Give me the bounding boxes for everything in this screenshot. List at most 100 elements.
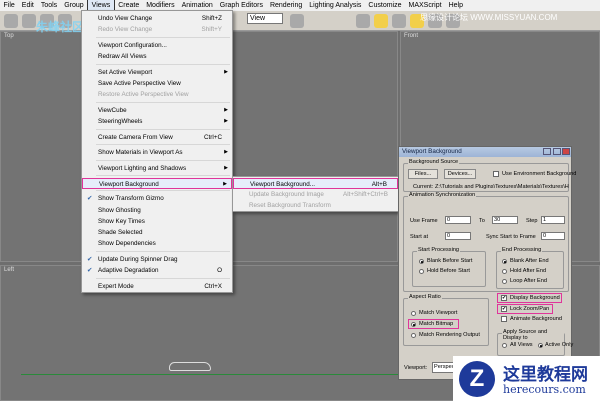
display-background-checkbox[interactable]: ✔ — [501, 295, 507, 301]
menu-file[interactable]: File — [0, 0, 18, 11]
menu-item-save-active-perspective-view[interactable]: Save Active Perspective View — [82, 78, 232, 89]
match-viewport-radio[interactable] — [411, 311, 416, 316]
viewport-label[interactable]: Front — [404, 33, 418, 39]
menu-item-set-active-viewport[interactable]: Set Active Viewport ▶ — [82, 67, 232, 78]
label: Sync Start to Frame — [486, 234, 536, 240]
menu-item-create-camera-from-view[interactable]: Create Camera From View Ctrl+C — [82, 132, 232, 143]
menu-rendering[interactable]: Rendering — [266, 0, 305, 11]
angle-snap-icon[interactable] — [392, 13, 406, 28]
menu-item-redo-view-change[interactable]: Redo View Change Shift+Y — [82, 24, 232, 35]
menu-item-label: Shade Selected — [98, 229, 143, 236]
menu-edit[interactable]: Edit — [18, 0, 37, 11]
help-icon[interactable] — [543, 148, 551, 155]
match-rendering-output-radio[interactable] — [411, 333, 416, 338]
files-button[interactable]: Files... — [408, 169, 438, 179]
menu-item-show-key-times[interactable]: Show Key Times — [82, 216, 232, 227]
hold-before-start-radio[interactable] — [419, 269, 424, 274]
checkmark-icon: ✔ — [87, 256, 93, 263]
menu-item-shade-selected[interactable]: Shade Selected — [82, 227, 232, 238]
menu-item-expert-mode[interactable]: Expert Mode Ctrl+X — [82, 281, 232, 292]
car-wireframe — [169, 362, 211, 371]
devices-button[interactable]: Devices... — [444, 169, 476, 179]
menu-lighting-analysis[interactable]: Lighting Analysis — [306, 0, 365, 11]
menu-item-restore-active-perspective-view[interactable]: Restore Active Perspective View — [82, 89, 232, 100]
use-environment-checkbox[interactable] — [493, 171, 499, 177]
watermark-logo: Z 这里教程网 herecours.com — [453, 356, 600, 401]
to-spinner[interactable]: 30 — [492, 216, 518, 224]
group-label: Apply Source and Display to — [502, 329, 564, 341]
all-views-radio[interactable] — [502, 343, 507, 348]
menu-item-label: Viewport Background... — [250, 181, 315, 188]
checkbox-label: Use Environment Background — [502, 171, 577, 177]
menu-item-reset-background-transform[interactable]: Reset Background Transform — [233, 200, 398, 211]
undo-icon[interactable] — [4, 13, 18, 28]
menu-item-label: Show Dependencies — [98, 240, 156, 247]
submenu-arrow-icon: ▶ — [224, 69, 228, 75]
menu-item-show-transform-gizmo[interactable]: Show Transform Gizmo ✔ — [82, 193, 232, 204]
label: To — [479, 218, 485, 224]
menu-item-show-ghosting[interactable]: Show Ghosting — [82, 205, 232, 216]
menu-item-label: Restore Active Perspective View — [98, 91, 189, 98]
submenu-arrow-icon: ▶ — [224, 118, 228, 124]
menu-customize[interactable]: Customize — [365, 0, 405, 11]
menu-tools[interactable]: Tools — [37, 0, 60, 11]
hold-after-end-radio[interactable] — [502, 269, 507, 274]
checkmark-icon: ✔ — [87, 195, 93, 202]
blank-before-start-radio[interactable] — [419, 259, 424, 264]
label: Hold Before Start — [427, 268, 470, 274]
close-icon[interactable] — [562, 148, 570, 155]
loop-after-end-radio[interactable] — [502, 279, 507, 284]
menu-separator — [96, 37, 230, 38]
snap-icon[interactable] — [374, 13, 388, 28]
shortcut-label: Alt+Shift+Ctrl+B — [343, 191, 388, 198]
viewport-label[interactable]: Left — [4, 267, 14, 273]
menu-item-show-dependencies[interactable]: Show Dependencies — [82, 238, 232, 249]
active-only-radio[interactable] — [538, 343, 543, 348]
mirror-icon[interactable] — [290, 13, 304, 28]
menu-item-label: Set Active Viewport — [98, 69, 153, 76]
lock-zoom-pan-checkbox[interactable]: ✔ — [501, 306, 507, 312]
menu-item-adaptive-degradation[interactable]: Adaptive Degradation O ✔ — [82, 265, 232, 276]
shortcut-label: O — [217, 267, 222, 274]
viewport-label[interactable]: Top — [4, 33, 14, 39]
label: Use Frame — [410, 218, 438, 224]
menu-item-label: SteeringWheels — [98, 118, 143, 125]
menu-separator — [96, 102, 230, 103]
shortcut-label: Ctrl+C — [203, 134, 222, 141]
redo-icon[interactable] — [22, 13, 36, 28]
menu-item-label: Viewport Lighting and Shadows — [98, 165, 187, 172]
minimize-icon[interactable] — [553, 148, 561, 155]
step-spinner[interactable]: 1 — [541, 216, 565, 224]
menu-item-label: Save Active Perspective View — [98, 80, 181, 87]
menu-item-update-background-image[interactable]: Update Background Image Alt+Shift+Ctrl+B — [233, 189, 398, 200]
reference-coordinate-select[interactable]: View — [247, 13, 283, 24]
match-bitmap-radio[interactable] — [411, 322, 416, 327]
use-frame-spinner[interactable]: 0 — [445, 216, 471, 224]
menu-item-redraw-all-views[interactable]: Redraw All Views — [82, 51, 232, 62]
menu-help[interactable]: Help — [445, 0, 466, 11]
menu-separator — [96, 175, 230, 176]
menu-item-viewcube[interactable]: ViewCube ▶ — [82, 105, 232, 116]
menu-item-show-materials-in-viewport-as[interactable]: Show Materials in Viewport As ▶ — [82, 147, 232, 158]
menu-item-viewport-background[interactable]: Viewport Background ▶ — [82, 178, 232, 189]
menu-item-label: Show Key Times — [98, 218, 145, 225]
axis-icon[interactable] — [356, 13, 370, 28]
sync-start-spinner[interactable]: 0 — [541, 232, 565, 240]
label: Hold After End — [510, 268, 547, 274]
menu-item-label: Show Transform Gizmo — [98, 195, 164, 202]
animate-background-checkbox[interactable] — [501, 316, 507, 322]
menu-item-viewport-configuration[interactable]: Viewport Configuration... — [82, 40, 232, 51]
submenu-arrow-icon: ▶ — [224, 107, 228, 113]
start-at-spinner[interactable]: 0 — [445, 232, 471, 240]
label: Loop After End — [510, 278, 548, 284]
menu-item-steeringwheels[interactable]: SteeringWheels ▶ — [82, 116, 232, 127]
menu-item-update-during-spinner-drag[interactable]: Update During Spinner Drag ✔ — [82, 254, 232, 265]
menu-item-undo-view-change[interactable]: Undo View Change Shift+Z — [82, 13, 232, 24]
menu-item-viewport-lighting-and-shadows[interactable]: Viewport Lighting and Shadows ▶ — [82, 163, 232, 174]
label: Match Viewport — [419, 310, 458, 316]
menu-item-label: Adaptive Degradation — [98, 267, 159, 274]
menu-maxscript[interactable]: MAXScript — [405, 0, 445, 11]
current-path: Z:\Tutorials and Plugins\Textures\Materi… — [435, 184, 569, 190]
menu-item-viewport-background[interactable]: Viewport Background... Alt+B — [233, 178, 398, 189]
blank-after-end-radio[interactable] — [502, 259, 507, 264]
